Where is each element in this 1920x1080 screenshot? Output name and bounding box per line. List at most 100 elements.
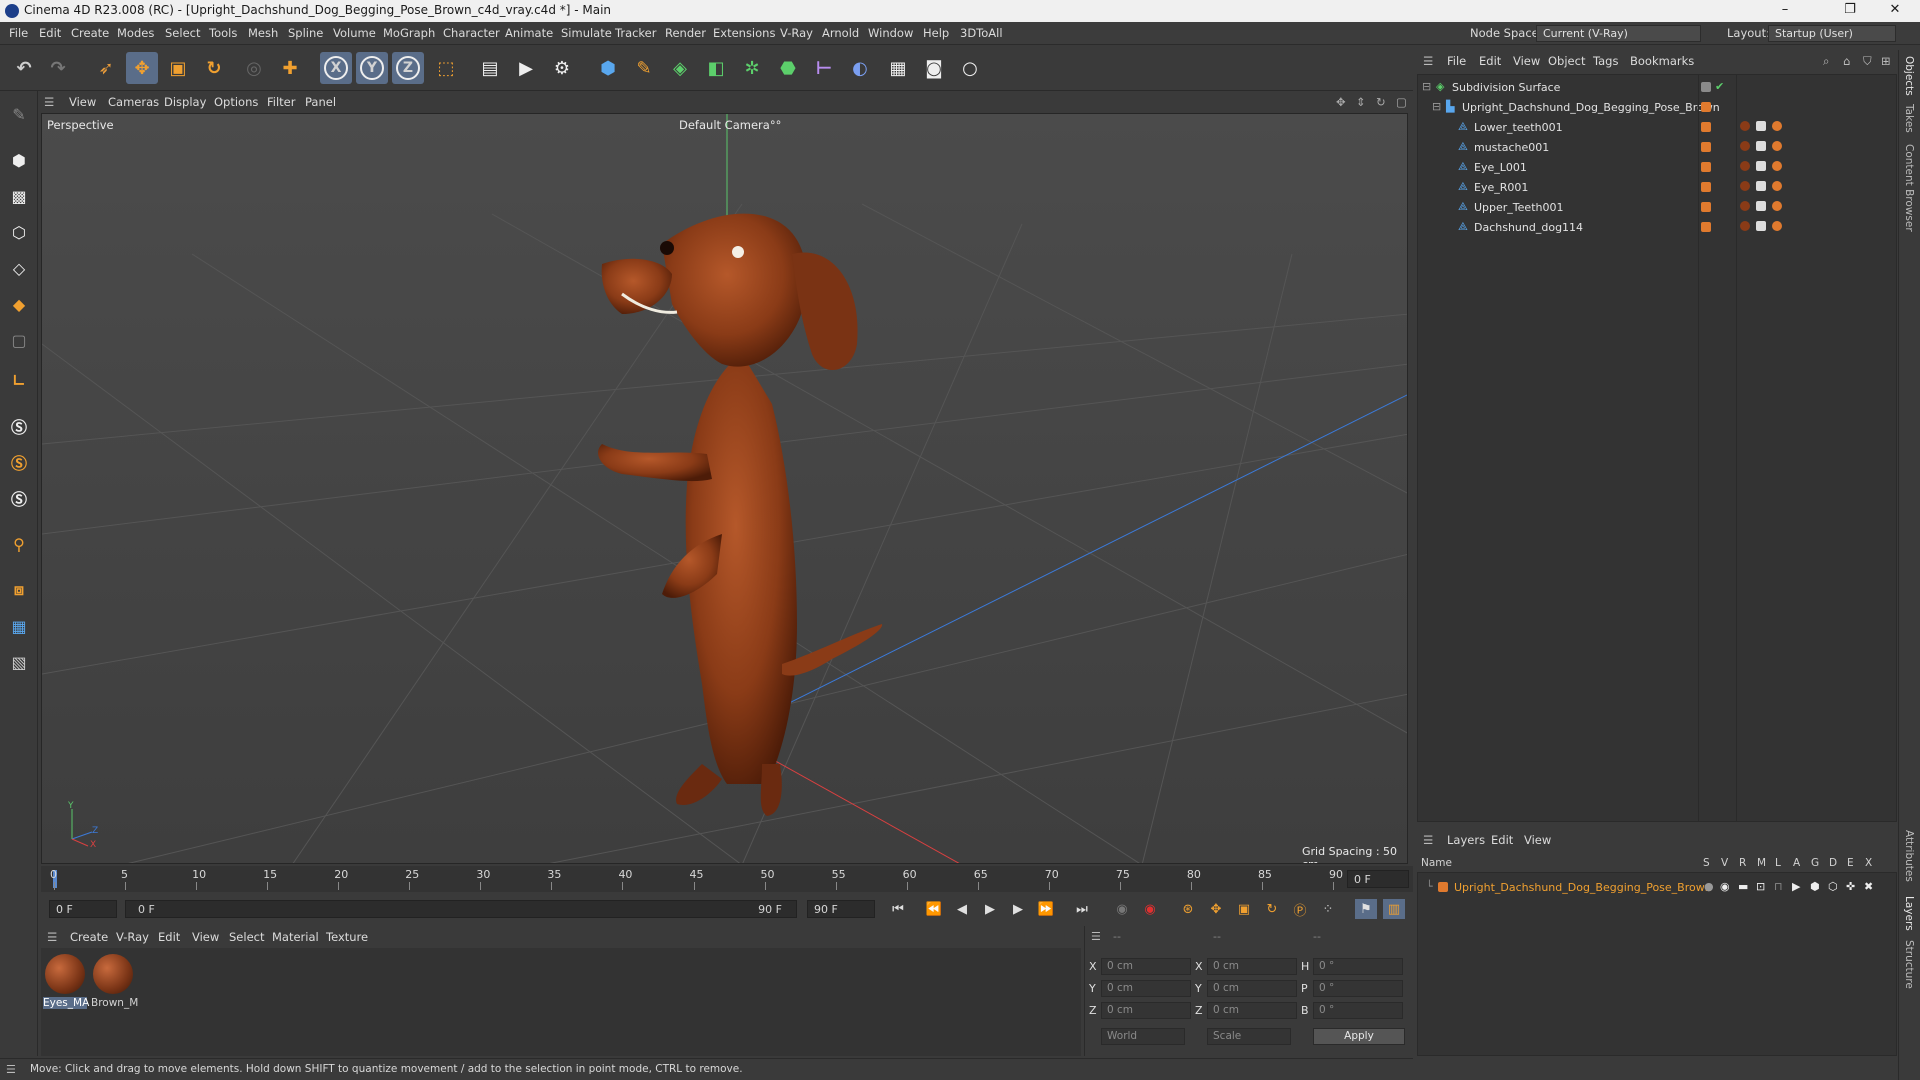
object-menu-bookmarks[interactable]: Bookmarks [1630, 54, 1694, 68]
axis-x-lock-button[interactable]: X [320, 52, 352, 84]
render-settings-icon[interactable]: ⚙ [546, 52, 578, 84]
rotation-b-field[interactable]: 0 ° [1313, 1002, 1403, 1019]
snap-icon[interactable]: ⚲ [4, 529, 34, 559]
perspective-viewport[interactable]: Perspective Default Camera°° Grid Spacin… [41, 113, 1408, 864]
go-to-end-icon[interactable]: ⏭ [1071, 899, 1093, 919]
next-frame-icon[interactable]: ▶ [1007, 899, 1029, 919]
tab-layers[interactable]: Layers [1903, 896, 1915, 931]
timeline-dope-icon[interactable]: ▥ [1383, 899, 1405, 919]
coords-hamburger-icon[interactable]: ☰ [1091, 930, 1101, 943]
tab-objects[interactable]: Objects [1903, 56, 1915, 96]
menu-select[interactable]: Select [165, 26, 200, 40]
menu-volume[interactable]: Volume [333, 26, 376, 40]
column-divider[interactable] [1736, 75, 1737, 821]
expressions-icon[interactable]: ✜ [1846, 880, 1855, 893]
workplane-grid-icon[interactable]: ▦ [4, 611, 34, 641]
object-row-mesh[interactable]: ⟁ Dachshund_dog114 [1418, 217, 1896, 237]
viewport-rotate-icon[interactable]: ↻ [1376, 95, 1386, 109]
texture-tag-icon[interactable] [1756, 141, 1766, 151]
extrude-generator-icon[interactable]: ◧ [700, 52, 732, 84]
material-menu-texture[interactable]: Texture [326, 930, 368, 944]
menu-extensions[interactable]: Extensions [713, 26, 775, 40]
cube-primitive-icon[interactable]: ⬢ [592, 52, 624, 84]
viewport-camera-label[interactable]: Default Camera°° [679, 118, 781, 132]
prev-frame-icon[interactable]: ◀ [951, 899, 973, 919]
object-row-null[interactable]: ⊟ ▙ Upright_Dachshund_Dog_Begging_Pose_B… [1418, 97, 1896, 117]
viewport-move-icon[interactable]: ✥ [1336, 95, 1346, 109]
viewport-menu-view[interactable]: View [69, 95, 96, 109]
solo-hierarchy-icon[interactable]: Ⓢ [4, 447, 34, 477]
menu-mograph[interactable]: MoGraph [383, 26, 435, 40]
enabled-check-icon[interactable]: ✔ [1715, 80, 1724, 93]
layer-swatch-icon[interactable] [1701, 142, 1711, 152]
material-menu-vray[interactable]: V-Ray [116, 930, 149, 944]
uv-mode-icon[interactable]: ▢ [4, 325, 34, 355]
edges-mode-icon[interactable]: ◇ [4, 253, 34, 283]
coordinate-space-select[interactable]: World [1101, 1028, 1185, 1045]
dachshund-model[interactable] [512, 204, 912, 824]
expand-toggle-icon[interactable]: ⊟ [1422, 80, 1431, 93]
layer-flag-view[interactable]: V [1721, 857, 1728, 869]
render-region-icon[interactable]: ▤ [474, 52, 506, 84]
layer-swatch-icon[interactable] [1701, 122, 1711, 132]
end-frame-field[interactable]: 90 F [807, 900, 875, 918]
texture-mode-icon[interactable]: ▩ [4, 181, 34, 211]
menu-modes[interactable]: Modes [117, 26, 154, 40]
layer-flag-expressions[interactable]: E [1847, 857, 1854, 869]
menu-arnold[interactable]: Arnold [822, 26, 859, 40]
next-key-icon[interactable]: ⏩ [1035, 899, 1057, 919]
current-frame-field[interactable]: 0 F [1347, 870, 1409, 888]
key-scale-icon[interactable]: ▣ [1233, 899, 1255, 919]
rotation-h-field[interactable]: 0 ° [1313, 958, 1403, 975]
viewport-menu-panel[interactable]: Panel [305, 95, 336, 109]
layer-flag-animation[interactable]: A [1793, 857, 1800, 869]
menu-edit[interactable]: Edit [39, 26, 61, 40]
object-row-mesh[interactable]: ⟁ mustache001 [1418, 137, 1896, 157]
solo-dot-icon[interactable]: ● [1704, 880, 1714, 893]
menu-file[interactable]: File [9, 26, 28, 40]
texture-tag-icon[interactable] [1756, 181, 1766, 191]
vray-tag-icon[interactable] [1772, 181, 1782, 191]
visibility-eye-icon[interactable]: ◉ [1720, 880, 1730, 893]
start-frame-field[interactable]: 0 F [49, 900, 117, 918]
vray-tag-icon[interactable] [1772, 201, 1782, 211]
key-position-icon[interactable]: ✥ [1205, 899, 1227, 919]
axis-mode-icon[interactable]: ∟ [4, 365, 34, 395]
workplane-icon[interactable]: ⧈ [4, 575, 34, 605]
axis-z-lock-button[interactable]: Z [392, 52, 424, 84]
points-mode-icon[interactable]: ⬡ [4, 217, 34, 247]
deformer-icon[interactable]: ⊢ [808, 52, 840, 84]
key-pla-icon[interactable]: ⁘ [1317, 899, 1339, 919]
generators-icon[interactable]: ⬢ [1810, 880, 1820, 893]
object-menu-edit[interactable]: Edit [1479, 54, 1501, 68]
menu-help[interactable]: Help [923, 26, 949, 40]
axis-y-lock-button[interactable]: Y [356, 52, 388, 84]
frame-range-slider[interactable]: 0 F 90 F [125, 900, 797, 918]
object-menu-file[interactable]: File [1447, 54, 1466, 68]
tab-content-browser[interactable]: Content Browser [1903, 144, 1915, 232]
layers-menu-layers[interactable]: Layers [1447, 833, 1485, 847]
object-row-subdivision[interactable]: ⊟ ◈ Subdivision Surface ✔ [1418, 77, 1896, 97]
make-editable-icon[interactable]: ✎ [4, 99, 34, 129]
menu-window[interactable]: Window [868, 26, 913, 40]
object-hamburger-icon[interactable]: ☰ [1423, 54, 1433, 68]
solo-icon[interactable]: Ⓢ [4, 411, 34, 441]
play-icon[interactable]: ▶ [979, 899, 1001, 919]
object-row-mesh[interactable]: ⟁ Upper_Teeth001 [1418, 197, 1896, 217]
material-tag-icon[interactable] [1740, 181, 1750, 191]
tab-attributes[interactable]: Attributes [1903, 830, 1915, 882]
rotate-tool-icon[interactable]: ↻ [198, 52, 230, 84]
menu-3dtoall[interactable]: 3DToAll [960, 26, 1003, 40]
menu-create[interactable]: Create [71, 26, 109, 40]
viewport-menu-display[interactable]: Display [164, 95, 206, 109]
rotation-p-field[interactable]: 0 ° [1313, 980, 1403, 997]
viewport-maximize-icon[interactable]: ▢ [1396, 95, 1407, 109]
light-icon[interactable]: ○ [954, 52, 986, 84]
object-search-icon[interactable]: ⌕ [1823, 54, 1829, 69]
material-tag-icon[interactable] [1740, 221, 1750, 231]
layers-menu-edit[interactable]: Edit [1491, 833, 1513, 847]
boole-icon[interactable]: ⬣ [772, 52, 804, 84]
close-button[interactable]: ✕ [1880, 2, 1910, 17]
keyframe-selection-icon[interactable]: ⊛ [1177, 899, 1199, 919]
redo-icon[interactable]: ↷ [42, 52, 74, 84]
